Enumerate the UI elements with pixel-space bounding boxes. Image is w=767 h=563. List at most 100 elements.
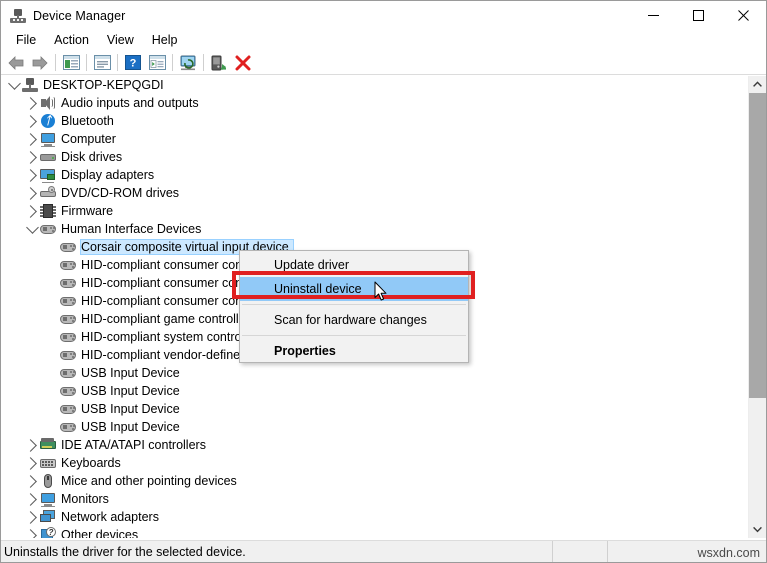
hid-icon (60, 239, 76, 255)
scrollbar-track[interactable] (749, 93, 766, 521)
minimize-button[interactable] (631, 1, 676, 30)
menu-bar: File Action View Help (1, 30, 766, 51)
chevron-right-icon[interactable] (24, 184, 40, 202)
toolbar-separator (117, 54, 118, 71)
keyboard-icon (40, 455, 56, 471)
firmware-chip-icon (40, 203, 56, 219)
tree-item-label: Mice and other pointing devices (61, 474, 237, 488)
tree-item-label: USB Input Device (81, 420, 180, 434)
chevron-right-icon[interactable] (24, 94, 40, 112)
context-menu-item-label: Uninstall device (274, 282, 362, 296)
tree-row-usb-input-device-2[interactable]: USB Input Device (2, 382, 750, 400)
tree-item-label: USB Input Device (81, 384, 180, 398)
tree-row-display-adapters[interactable]: Display adapters (2, 166, 750, 184)
scroll-up-button[interactable] (749, 76, 766, 93)
tree-row-keyboards[interactable]: Keyboards (2, 454, 750, 472)
watermark: wsxdn.com (697, 546, 760, 560)
toolbar-separator (86, 54, 87, 71)
menu-help[interactable]: Help (143, 31, 187, 50)
tree-row-human-interface-devices[interactable]: Human Interface Devices (2, 220, 750, 238)
hid-icon (60, 257, 76, 273)
scroll-down-button[interactable] (749, 521, 766, 538)
show-hide-console-tree-icon[interactable] (59, 52, 83, 74)
status-panel-3 (608, 541, 708, 563)
tree-row-usb-input-device-3[interactable]: USB Input Device (2, 400, 750, 418)
context-menu-item-label: Scan for hardware changes (274, 313, 427, 327)
tree-row-usb-input-device-1[interactable]: USB Input Device (2, 364, 750, 382)
context-menu-separator (242, 304, 466, 305)
toolbar-separator (203, 54, 204, 71)
tree-root-label: DESKTOP-KEPQGDI (43, 78, 164, 92)
tree-row-disk-drives[interactable]: Disk drives (2, 148, 750, 166)
tree-row-usb-input-device-4[interactable]: USB Input Device (2, 418, 750, 436)
context-menu-item-uninstall-device[interactable]: Uninstall device (240, 277, 468, 301)
tree-row-root[interactable]: DESKTOP-KEPQGDI (2, 76, 750, 94)
tree-item-label: USB Input Device (81, 402, 180, 416)
back-icon[interactable] (4, 52, 28, 74)
chevron-down-icon[interactable] (24, 220, 40, 238)
other-devices-icon: ? (40, 527, 56, 538)
tree-item-label: Computer (61, 132, 116, 146)
toolbar: ? (1, 51, 766, 75)
vertical-scrollbar[interactable] (748, 76, 766, 538)
chevron-right-icon[interactable] (24, 490, 40, 508)
context-menu-item-update-driver[interactable]: Update driver (240, 253, 468, 277)
hid-icon (40, 221, 56, 237)
uninstall-device-icon[interactable] (231, 52, 255, 74)
tree-row-firmware[interactable]: Firmware (2, 202, 750, 220)
computer-icon (22, 77, 38, 93)
svg-text:?: ? (130, 58, 137, 70)
maximize-button[interactable] (676, 1, 721, 30)
chevron-right-icon[interactable] (24, 130, 40, 148)
tree-row-mice-and-pointing-devices[interactable]: Mice and other pointing devices (2, 472, 750, 490)
tree-row-audio[interactable]: Audio inputs and outputs (2, 94, 750, 112)
tree-row-bluetooth[interactable]: ᛏ Bluetooth (2, 112, 750, 130)
mouse-cursor (374, 281, 388, 307)
tree-row-monitors[interactable]: Monitors (2, 490, 750, 508)
help-icon[interactable]: ? (121, 52, 145, 74)
update-driver-icon[interactable] (207, 52, 231, 74)
ide-controller-icon (40, 437, 56, 453)
chevron-right-icon[interactable] (24, 166, 40, 184)
close-button[interactable] (721, 1, 766, 30)
view-icon[interactable] (145, 52, 169, 74)
chevron-right-icon[interactable] (24, 436, 40, 454)
menu-action[interactable]: Action (45, 31, 98, 50)
chevron-right-icon[interactable] (24, 202, 40, 220)
properties-icon[interactable] (90, 52, 114, 74)
scan-hardware-changes-icon[interactable] (176, 52, 200, 74)
forward-icon[interactable] (28, 52, 52, 74)
tree-row-computer[interactable]: Computer (2, 130, 750, 148)
tree-item-label: Other devices (61, 528, 139, 538)
menu-view[interactable]: View (98, 31, 143, 50)
tree-item-label: IDE ATA/ATAPI controllers (61, 438, 206, 452)
context-menu-item-scan-for-hardware-changes[interactable]: Scan for hardware changes (240, 308, 468, 332)
context-menu-separator (242, 335, 466, 336)
tree-item-label: Network adapters (61, 510, 159, 524)
chevron-right-icon[interactable] (24, 148, 40, 166)
mouse-icon (40, 473, 56, 489)
tree-row-ide-ata-atapi-controllers[interactable]: IDE ATA/ATAPI controllers (2, 436, 750, 454)
chevron-right-icon[interactable] (24, 472, 40, 490)
chevron-right-icon[interactable] (24, 508, 40, 526)
tree-row-other-devices[interactable]: ? Other devices (2, 526, 750, 538)
scrollbar-thumb[interactable] (749, 93, 766, 398)
tree-item-label: Monitors (61, 492, 109, 506)
menu-file[interactable]: File (7, 31, 45, 50)
context-menu-item-properties[interactable]: Properties (240, 339, 468, 363)
context-menu[interactable]: Update driver Uninstall device Scan for … (239, 250, 469, 363)
hid-icon (60, 383, 76, 399)
chevron-down-icon[interactable] (6, 76, 22, 94)
chevron-right-icon[interactable] (24, 526, 40, 538)
tree-row-dvd-drives[interactable]: DVD/CD-ROM drives (2, 184, 750, 202)
hid-icon (60, 293, 76, 309)
tree-row-network-adapters[interactable]: Network adapters (2, 508, 750, 526)
hid-icon (60, 401, 76, 417)
context-menu-item-label: Update driver (274, 258, 350, 272)
device-manager-icon (10, 8, 26, 24)
display-adapter-icon (40, 167, 56, 183)
chevron-right-icon[interactable] (24, 112, 40, 130)
tree-item-label: HID-compliant game controller (81, 312, 250, 326)
status-message: Uninstalls the driver for the selected d… (1, 540, 553, 562)
chevron-right-icon[interactable] (24, 454, 40, 472)
